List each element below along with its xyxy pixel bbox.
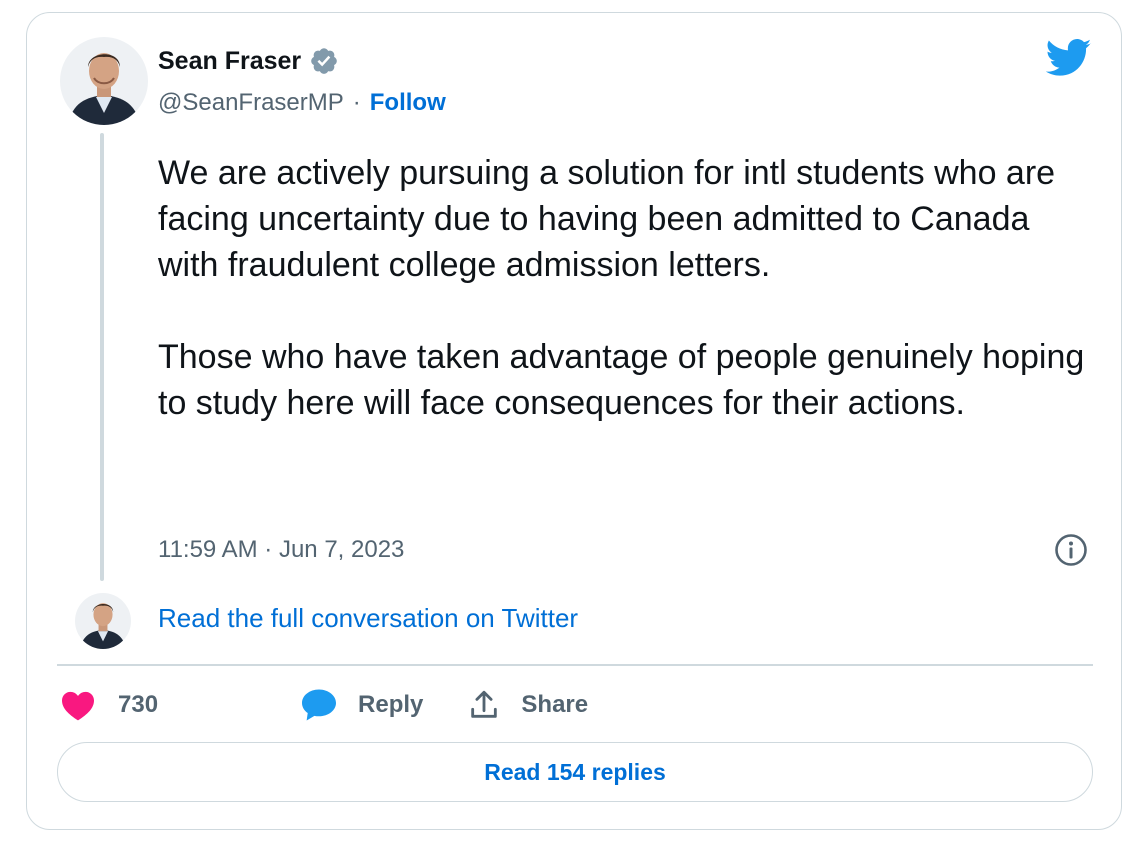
action-bar: 730 Reply Share: [60, 684, 588, 726]
info-icon[interactable]: [1054, 533, 1088, 567]
share-button[interactable]: Share: [467, 688, 588, 722]
verified-badge-icon: [309, 46, 339, 76]
share-upload-icon: [467, 688, 501, 722]
share-label: Share: [521, 691, 589, 718]
read-replies-button[interactable]: Read 154 replies: [57, 742, 1093, 802]
author-avatar-small[interactable]: [75, 593, 131, 649]
read-conversation-link[interactable]: Read the full conversation on Twitter: [158, 603, 578, 634]
divider: [57, 664, 1093, 666]
separator-dot: ·: [352, 89, 361, 116]
author-avatar[interactable]: [60, 37, 148, 125]
tweet-timestamp[interactable]: 11:59 AM · Jun 7, 2023: [158, 536, 404, 564]
like-count: 730: [118, 691, 159, 718]
twitter-bird-icon[interactable]: [1045, 38, 1092, 78]
reply-button[interactable]: Reply: [208, 688, 423, 722]
tweet-text: We are actively pursuing a solution for …: [158, 154, 1085, 422]
thread-line: [100, 133, 104, 581]
heart-icon: [60, 689, 96, 721]
author-name[interactable]: Sean Fraser: [158, 47, 301, 76]
author-handle[interactable]: @SeanFraserMP: [158, 89, 344, 117]
like-button[interactable]: 730: [60, 689, 158, 721]
reply-label: Reply: [358, 691, 424, 718]
speech-bubble-icon: [300, 688, 338, 722]
read-replies-label: Read 154 replies: [484, 758, 666, 785]
author-name-row: Sean Fraser: [158, 44, 339, 78]
author-handle-row: @SeanFraserMP · Follow: [158, 87, 446, 119]
follow-link[interactable]: Follow: [370, 89, 446, 117]
